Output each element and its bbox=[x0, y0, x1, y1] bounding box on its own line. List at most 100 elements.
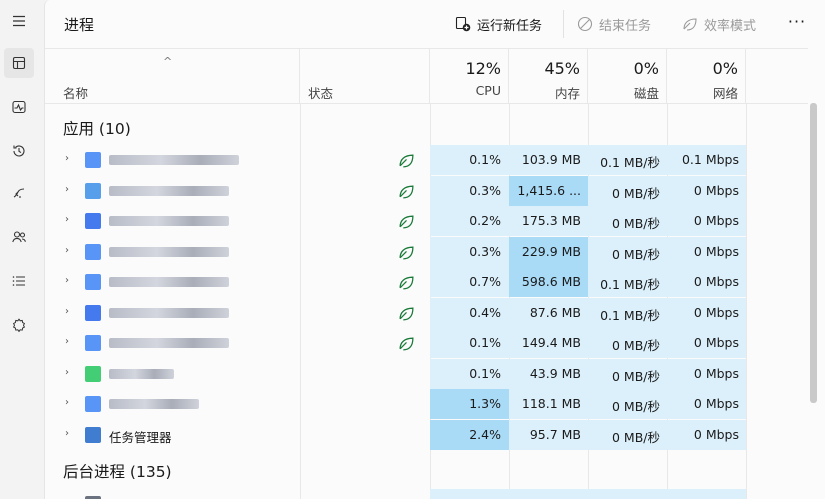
cpu-value: 0.7% bbox=[469, 274, 501, 289]
table-row[interactable] bbox=[45, 489, 808, 499]
efficiency-mode-label: 效率模式 bbox=[704, 18, 757, 34]
table-row[interactable]: › 0.3% 229.9 MB 0 MB/秒 0 Mbps bbox=[45, 236, 808, 267]
redacted-name bbox=[109, 216, 229, 226]
services-icon[interactable] bbox=[4, 310, 34, 340]
efficiency-leaf-icon bbox=[399, 307, 414, 321]
memory-value: 229.9 MB bbox=[521, 243, 581, 259]
table-row[interactable]: › 0.1% 149.4 MB 0 MB/秒 0 Mbps bbox=[45, 328, 808, 358]
group-apps[interactable]: 应用 (10) bbox=[63, 117, 131, 139]
cpu-value: 2.4% bbox=[469, 426, 501, 442]
table-row[interactable]: › 0.2% 175.3 MB 0 MB/秒 0 Mbps bbox=[45, 206, 808, 236]
network-value: 0.1 Mbps bbox=[681, 152, 739, 167]
cpu-total: 12% bbox=[465, 59, 501, 78]
network-value: 0 Mbps bbox=[693, 426, 739, 442]
memory-value: 103.9 MB bbox=[521, 152, 581, 167]
column-cpu[interactable]: 12% CPU bbox=[430, 49, 509, 104]
memory-value: 149.4 MB bbox=[521, 335, 581, 350]
process-name bbox=[109, 152, 239, 168]
performance-icon[interactable] bbox=[4, 92, 34, 122]
cpu-value: 1.3% bbox=[469, 396, 501, 411]
more-icon[interactable]: ··· bbox=[783, 12, 811, 36]
process-icon bbox=[85, 396, 101, 412]
disk-value: 0 MB/秒 bbox=[612, 216, 660, 231]
page-title: 进程 bbox=[64, 16, 95, 34]
redacted-name bbox=[109, 307, 229, 318]
toolbar: 进程 运行新任务 结束任务 效率模式 ··· bbox=[45, 0, 825, 48]
toolbar-divider bbox=[563, 10, 564, 38]
table-row[interactable]: › 任务管理器 2.4% 95.7 MB 0 MB/秒 0 Mbps bbox=[45, 419, 808, 450]
network-label: 网络 bbox=[712, 86, 738, 101]
network-value: 0 Mbps bbox=[693, 243, 739, 259]
process-icon bbox=[85, 335, 101, 351]
table-row[interactable]: › 0.7% 598.6 MB 0.1 MB/秒 0 Mbps bbox=[45, 267, 808, 297]
cpu-value: 0.3% bbox=[469, 182, 501, 198]
group-background[interactable]: 后台进程 (135) bbox=[63, 460, 172, 482]
process-table: ^ 名称 状态 12% CPU 45% 内存 0% 磁盘 0% 网络 应用 (1… bbox=[45, 48, 808, 499]
cpu-value: 0.3% bbox=[469, 243, 501, 259]
hamburger-icon[interactable] bbox=[4, 6, 34, 36]
table-row[interactable]: › 0.3% 1,415.6 ... 0 MB/秒 0 Mbps bbox=[45, 175, 808, 206]
column-network[interactable]: 0% 网络 bbox=[667, 49, 746, 104]
redacted-name bbox=[109, 155, 239, 165]
disk-value: 0 MB/秒 bbox=[612, 185, 660, 201]
efficiency-leaf-icon bbox=[399, 246, 414, 260]
memory-value: 43.9 MB bbox=[529, 365, 581, 381]
process-name bbox=[109, 213, 229, 229]
end-task-button[interactable]: 结束任务 bbox=[577, 12, 651, 36]
memory-total: 45% bbox=[544, 59, 580, 78]
redacted-name bbox=[109, 246, 229, 257]
process-name bbox=[109, 396, 199, 412]
disk-label: 磁盘 bbox=[633, 86, 659, 101]
processes-icon[interactable] bbox=[4, 48, 34, 78]
chevron-right-icon[interactable]: › bbox=[65, 245, 69, 256]
process-icon bbox=[85, 365, 101, 382]
table-row[interactable]: › 0.1% 43.9 MB 0 MB/秒 0 Mbps bbox=[45, 358, 808, 389]
efficiency-icon bbox=[683, 18, 697, 31]
table-header: ^ 名称 状态 12% CPU 45% 内存 0% 磁盘 0% 网络 bbox=[45, 49, 808, 104]
chevron-right-icon[interactable]: › bbox=[65, 275, 69, 286]
memory-label: 内存 bbox=[554, 86, 580, 101]
cpu-value: 0.1% bbox=[469, 335, 501, 350]
table-row[interactable]: › 1.3% 118.1 MB 0 MB/秒 0 Mbps bbox=[45, 389, 808, 419]
chevron-right-icon[interactable]: › bbox=[65, 184, 69, 195]
column-name[interactable]: ^ 名称 bbox=[45, 49, 300, 104]
table-row[interactable]: › 0.4% 87.6 MB 0.1 MB/秒 0 Mbps bbox=[45, 297, 808, 328]
chevron-right-icon[interactable]: › bbox=[65, 428, 69, 439]
chevron-right-icon[interactable]: › bbox=[65, 214, 69, 225]
process-name bbox=[109, 183, 229, 199]
navigation-rail bbox=[0, 0, 38, 499]
users-icon[interactable] bbox=[4, 222, 34, 252]
process-icon bbox=[85, 182, 101, 199]
column-memory[interactable]: 45% 内存 bbox=[509, 49, 588, 104]
chevron-right-icon[interactable]: › bbox=[65, 306, 69, 317]
startup-icon[interactable] bbox=[4, 178, 34, 208]
disk-value: 0 MB/秒 bbox=[612, 399, 660, 414]
chevron-right-icon[interactable]: › bbox=[65, 336, 69, 347]
process-name bbox=[109, 366, 174, 382]
efficiency-mode-button[interactable]: 效率模式 bbox=[682, 12, 756, 36]
process-name bbox=[109, 274, 229, 290]
app-history-icon[interactable] bbox=[4, 136, 34, 166]
redacted-name bbox=[109, 277, 229, 287]
vertical-scrollbar[interactable] bbox=[810, 103, 817, 403]
run-task-icon bbox=[455, 16, 471, 32]
network-value: 0 Mbps bbox=[693, 182, 739, 198]
run-task-button[interactable]: 运行新任务 bbox=[455, 12, 542, 36]
end-task-icon bbox=[577, 16, 593, 32]
process-name: 任务管理器 bbox=[109, 427, 172, 445]
details-icon[interactable] bbox=[4, 266, 34, 296]
chevron-right-icon[interactable]: › bbox=[65, 367, 69, 378]
disk-value: 0 MB/秒 bbox=[612, 246, 660, 262]
disk-total: 0% bbox=[633, 59, 659, 78]
table-row[interactable]: › 0.1% 103.9 MB 0.1 MB/秒 0.1 Mbps bbox=[45, 145, 808, 175]
column-disk[interactable]: 0% 磁盘 bbox=[588, 49, 667, 104]
process-name bbox=[109, 305, 229, 321]
chevron-right-icon[interactable]: › bbox=[65, 397, 69, 408]
memory-value: 87.6 MB bbox=[529, 304, 581, 320]
process-name bbox=[109, 244, 229, 260]
efficiency-leaf-icon bbox=[399, 337, 414, 351]
chevron-right-icon[interactable]: › bbox=[65, 153, 69, 164]
column-status[interactable]: 状态 bbox=[300, 49, 430, 104]
cpu-label: CPU bbox=[475, 83, 501, 98]
network-value: 0 Mbps bbox=[693, 396, 739, 411]
